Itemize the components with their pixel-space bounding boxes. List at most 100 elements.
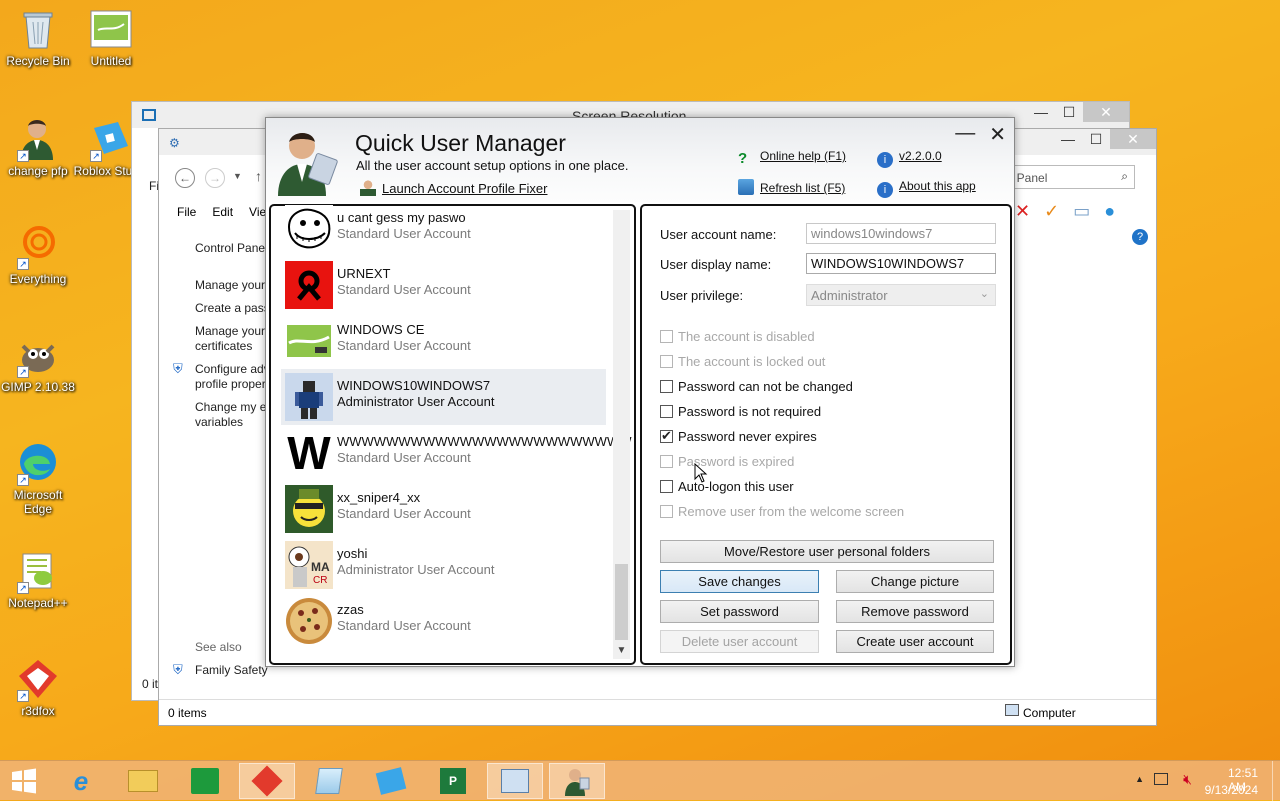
user-list[interactable]: u cant gess my paswo Standard User Accou… xyxy=(281,205,631,649)
account-name-field[interactable] xyxy=(806,223,996,244)
checkbox-remove-welcome[interactable]: Remove user from the welcome screen xyxy=(660,504,904,519)
clock-date[interactable]: 9/13/2024 xyxy=(1205,783,1258,797)
checkbox-password-never-expires[interactable]: Password never expires xyxy=(660,428,817,444)
scroll-down-icon[interactable]: ▼ xyxy=(613,643,630,659)
control-panel-icon: ⚙ xyxy=(169,136,180,150)
user-list-scrollbar[interactable]: ▼ xyxy=(613,210,630,659)
desktop-icon-everything[interactable]: ↗ Everything xyxy=(0,224,76,286)
back-icon[interactable]: ← xyxy=(175,168,195,188)
sidebar-home-link[interactable]: Control Panel xyxy=(195,241,271,256)
checkbox-password-expired[interactable]: Password is expired xyxy=(660,454,794,469)
quick-user-manager-taskbar-icon xyxy=(565,769,590,796)
globe-icon[interactable]: ● xyxy=(1104,201,1115,222)
checkbox-account-disabled[interactable]: The account is disabled xyxy=(660,329,815,344)
close-button[interactable]: ✕ xyxy=(1110,129,1156,149)
user-list-panel[interactable]: u cant gess my paswo Standard User Accou… xyxy=(269,204,636,665)
taskbar-roblox-studio[interactable] xyxy=(363,763,419,799)
start-button[interactable] xyxy=(0,763,48,799)
search-box[interactable]: ol Panel ⌕ xyxy=(999,165,1135,189)
minimize-button[interactable]: — xyxy=(1054,129,1082,149)
user-list-item[interactable]: xx_sniper4_xx Standard User Account xyxy=(281,481,606,537)
menu-edit[interactable]: Edit xyxy=(212,205,233,219)
change-picture-button[interactable]: Change picture xyxy=(836,570,994,593)
checkbox-auto-logon[interactable]: Auto-logon this user xyxy=(660,479,794,494)
taskbar-notes[interactable] xyxy=(301,763,357,799)
remove-password-button[interactable]: Remove password xyxy=(836,600,994,623)
maximize-button[interactable]: ☐ xyxy=(1055,102,1083,122)
desktop-icon-edge[interactable]: ↗ Microsoft Edge xyxy=(0,440,76,516)
desktop-icon-untitled[interactable]: Untitled xyxy=(73,6,149,68)
control-panel-sidebar: Control Panel Manage your Create a pass … xyxy=(195,241,271,430)
desktop-icon-recycle-bin[interactable]: Recycle Bin xyxy=(0,6,76,68)
about-link[interactable]: i About this app xyxy=(877,179,976,198)
taskbar-quick-user-manager[interactable] xyxy=(549,763,605,799)
help-icon[interactable]: ? xyxy=(1132,229,1148,245)
check-icon[interactable]: ✓ xyxy=(1044,201,1059,222)
menu-file[interactable]: File xyxy=(177,205,196,219)
file-explorer-icon xyxy=(128,770,158,792)
status-item-count: 0 items xyxy=(168,706,207,720)
taskbar-ie[interactable]: e xyxy=(53,763,109,799)
save-changes-button[interactable]: Save changes xyxy=(660,570,819,593)
checkbox-password-cannot-change[interactable]: Password can not be changed xyxy=(660,379,853,394)
taskbar-r3dfox[interactable] xyxy=(239,763,295,799)
user-list-item[interactable]: zzas Standard User Account xyxy=(281,593,606,649)
checkbox-account-locked[interactable]: The account is locked out xyxy=(660,354,825,369)
refresh-icon xyxy=(738,179,754,195)
taskbar-control-panel[interactable] xyxy=(487,763,543,799)
show-desktop-button[interactable] xyxy=(1272,761,1280,801)
mouse-cursor-icon xyxy=(694,462,708,486)
online-help-link[interactable]: ? Online help (F1) xyxy=(738,149,846,167)
user-list-item[interactable]: MA CR yoshi Administrator User Account xyxy=(281,537,606,593)
user-list-item[interactable]: URNEXT Standard User Account xyxy=(281,257,606,313)
user-list-item[interactable]: WINDOWS CE Standard User Account xyxy=(281,313,606,369)
version-link[interactable]: i v2.2.0.0 xyxy=(877,149,942,168)
volume-muted-icon[interactable]: 🔇︎ xyxy=(1183,771,1192,788)
create-user-button[interactable]: Create user account xyxy=(836,630,994,653)
desktop-icon-gimp[interactable]: ↗ GIMP 2.10.38 xyxy=(0,332,76,394)
close-icon[interactable]: ✕ xyxy=(989,122,1006,147)
maximize-button[interactable]: ☐ xyxy=(1082,129,1110,149)
desktop-icon-change-pfp[interactable]: ↗ change pfp xyxy=(0,116,76,178)
status-location: Computer xyxy=(1023,706,1076,720)
set-password-button[interactable]: Set password xyxy=(660,600,819,623)
refresh-list-link[interactable]: Refresh list (F5) xyxy=(738,179,845,195)
taskbar-project[interactable]: P xyxy=(425,763,481,799)
launch-fixer-link[interactable]: Launch Account Profile Fixer xyxy=(360,180,547,196)
taskbar-store[interactable] xyxy=(177,763,233,799)
network-icon[interactable] xyxy=(1154,773,1168,785)
user-name: URNEXT xyxy=(337,266,391,281)
checkbox-box xyxy=(660,455,673,468)
sidebar-link[interactable]: Create a pass xyxy=(195,301,271,316)
user-list-item[interactable]: u cant gess my paswo Standard User Accou… xyxy=(281,201,606,257)
sidebar-link[interactable]: Manage your xyxy=(195,278,271,293)
roblox-character-avatar xyxy=(285,373,333,421)
privilege-select[interactable]: Administrator ⌄ xyxy=(806,284,996,306)
user-list-item-selected[interactable]: WINDOWS10WINDOWS7 Administrator User Acc… xyxy=(281,369,606,425)
minimize-button[interactable]: — xyxy=(1027,102,1055,122)
sidebar-link[interactable]: Configure adv profile proper xyxy=(195,362,271,392)
forward-icon[interactable]: → xyxy=(205,168,225,188)
minimize-icon[interactable]: — xyxy=(955,122,975,147)
taskbar-explorer[interactable] xyxy=(115,763,171,799)
sidebar-link[interactable]: Manage your certificates xyxy=(195,324,271,354)
properties-icon[interactable]: ▭ xyxy=(1073,201,1090,222)
user-name: WINDOWS10WINDOWS7 xyxy=(337,378,491,393)
delete-icon[interactable]: ✕ xyxy=(1015,201,1030,222)
desktop-icon-notepadpp[interactable]: ↗ Notepad++ xyxy=(0,548,76,610)
show-hidden-icons[interactable]: ▲ xyxy=(1135,774,1144,784)
family-safety-link[interactable]: Family Safety xyxy=(195,663,268,677)
up-icon[interactable]: ↑ xyxy=(255,168,262,184)
sidebar-link[interactable]: Change my e variables xyxy=(195,400,271,430)
display-name-field[interactable] xyxy=(806,253,996,274)
quick-user-manager-window[interactable]: Quick User Manager All the user account … xyxy=(265,117,1015,667)
scrollbar-thumb[interactable] xyxy=(615,564,628,640)
move-restore-folders-button[interactable]: Move/Restore user personal folders xyxy=(660,540,994,563)
delete-user-button[interactable]: Delete user account xyxy=(660,630,819,653)
checkbox-password-not-required[interactable]: Password is not required xyxy=(660,404,821,419)
close-button[interactable]: ✕ xyxy=(1083,102,1129,122)
desktop-icon-r3dfox[interactable]: ↗ r3dfox xyxy=(0,656,76,718)
user-list-item[interactable]: W WWWWWWWWWWWWWWWWWWWWWWWW Standard User… xyxy=(281,425,631,481)
pizza-avatar xyxy=(285,597,333,645)
history-dropdown-icon[interactable]: ▼ xyxy=(233,171,242,181)
